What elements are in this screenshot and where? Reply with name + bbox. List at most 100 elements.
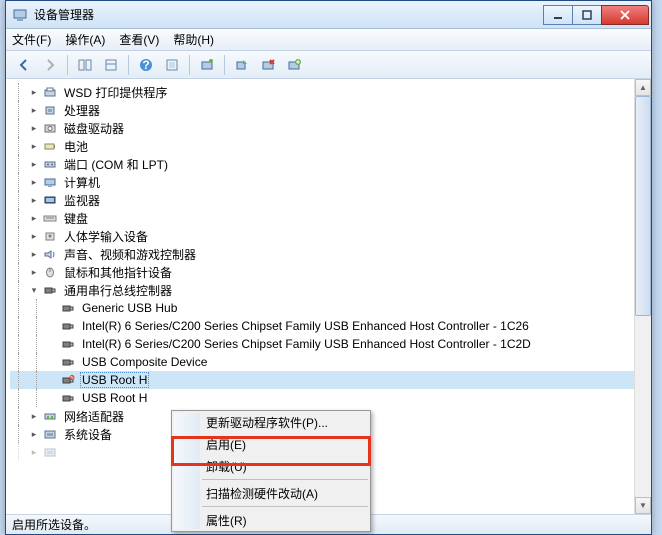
expand-icon[interactable] — [46, 356, 58, 368]
usb-disabled-icon — [60, 372, 76, 388]
expand-icon[interactable]: ▸ — [28, 104, 40, 116]
usb-icon — [60, 300, 76, 316]
expand-icon[interactable]: ▸ — [28, 266, 40, 278]
menu-separator — [202, 506, 368, 507]
device-category[interactable]: ▸电池 — [10, 137, 651, 155]
window-title: 设备管理器 — [34, 6, 544, 23]
close-button[interactable] — [601, 5, 649, 25]
menubar: 文件(F) 操作(A) 查看(V) 帮助(H) — [6, 29, 651, 51]
menu-file[interactable]: 文件(F) — [12, 31, 51, 48]
back-button[interactable] — [12, 54, 36, 76]
expand-icon[interactable]: ▸ — [28, 248, 40, 260]
device-item[interactable]: USB Root H — [10, 389, 651, 407]
menu-update-driver[interactable]: 更新驱动程序软件(P)... — [172, 411, 370, 433]
menu-separator — [202, 479, 368, 480]
monitor-icon — [42, 192, 58, 208]
network-icon — [42, 408, 58, 424]
device-category[interactable]: ▸鼠标和其他指针设备 — [10, 263, 651, 281]
titlebar[interactable]: 设备管理器 — [6, 1, 651, 29]
context-menu: 更新驱动程序软件(P)... 启用(E) 卸载(U) 扫描检测硬件改动(A) 属… — [171, 410, 371, 532]
scroll-down-button[interactable]: ▼ — [635, 497, 651, 514]
expand-icon[interactable]: ▸ — [28, 140, 40, 152]
device-category[interactable]: ▸ 声音、视频和游戏控制器 — [10, 245, 651, 263]
expand-icon[interactable]: ▸ — [28, 176, 40, 188]
menu-uninstall[interactable]: 卸载(U) — [172, 455, 370, 477]
device-label: Generic USB Hub — [80, 301, 179, 315]
usb-icon — [60, 390, 76, 406]
show-hide-console-button[interactable] — [73, 54, 97, 76]
device-category[interactable]: ▸ 计算机 — [10, 173, 651, 191]
device-item[interactable]: USB Root H — [10, 371, 651, 389]
expand-icon[interactable]: ▸ — [28, 86, 40, 98]
help-button[interactable]: ? — [134, 54, 158, 76]
toolbar-view-button[interactable] — [99, 54, 123, 76]
expand-icon[interactable]: ▸ — [28, 158, 40, 170]
expand-icon[interactable] — [46, 302, 58, 314]
device-category[interactable]: ▸处理器 — [10, 101, 651, 119]
device-label: USB Root H — [80, 372, 149, 388]
menu-scan-hardware[interactable]: 扫描检测硬件改动(A) — [172, 482, 370, 504]
device-category[interactable]: ▸键盘 — [10, 209, 651, 227]
device-label: 磁盘驱动器 — [62, 120, 126, 137]
toolbar-separator — [189, 55, 190, 75]
scroll-up-button[interactable]: ▲ — [635, 79, 651, 96]
minimize-button[interactable] — [543, 5, 573, 25]
uninstall-button[interactable] — [256, 54, 280, 76]
device-label: 端口 (COM 和 LPT) — [62, 156, 170, 173]
update-driver-button[interactable] — [282, 54, 306, 76]
device-category[interactable]: ▸ 监视器 — [10, 191, 651, 209]
keyboard-icon — [42, 210, 58, 226]
device-label: 监视器 — [62, 192, 102, 209]
device-label: USB Root H — [80, 391, 149, 405]
expand-icon[interactable]: ▸ — [28, 230, 40, 242]
expand-icon[interactable] — [46, 374, 58, 386]
menu-help[interactable]: 帮助(H) — [173, 31, 214, 48]
device-category[interactable]: ▸ 端口 (COM 和 LPT) — [10, 155, 651, 173]
device-category[interactable]: ▸人体学输入设备 — [10, 227, 651, 245]
device-label: 计算机 — [62, 174, 102, 191]
device-category[interactable]: ▸ 磁盘驱动器 — [10, 119, 651, 137]
expand-icon[interactable] — [46, 392, 58, 404]
expand-icon[interactable]: ▸ — [28, 212, 40, 224]
usb-icon — [42, 282, 58, 298]
port-icon — [42, 156, 58, 172]
expand-icon[interactable]: ▸ — [28, 122, 40, 134]
toolbar-separator — [128, 55, 129, 75]
device-item[interactable]: Generic USB Hub — [10, 299, 651, 317]
maximize-button[interactable] — [572, 5, 602, 25]
toolbar-action-button[interactable] — [160, 54, 184, 76]
expand-icon[interactable]: ▸ — [28, 410, 40, 422]
device-item[interactable]: Intel(R) 6 Series/C200 Series Chipset Fa… — [10, 317, 651, 335]
expand-icon[interactable]: ▸ — [28, 428, 40, 440]
menu-action[interactable]: 操作(A) — [65, 31, 105, 48]
status-text: 启用所选设备。 — [12, 516, 96, 533]
expand-icon[interactable] — [46, 338, 58, 350]
usb-icon — [60, 354, 76, 370]
expand-icon[interactable]: ▸ — [28, 194, 40, 206]
collapse-icon[interactable]: ▾ — [28, 284, 40, 296]
menu-enable[interactable]: 启用(E) — [172, 433, 370, 455]
device-label: USB Composite Device — [80, 355, 209, 369]
sound-icon — [42, 246, 58, 262]
toolbar: ? — [6, 51, 651, 79]
device-label: 网络适配器 — [62, 408, 126, 425]
system-icon — [42, 426, 58, 442]
mouse-icon — [42, 264, 58, 280]
vertical-scrollbar[interactable]: ▲ ▼ — [634, 79, 651, 514]
hid-icon — [42, 228, 58, 244]
menu-view[interactable]: 查看(V) — [119, 31, 159, 48]
enable-button[interactable] — [230, 54, 254, 76]
app-icon — [12, 7, 28, 23]
expand-icon[interactable] — [46, 320, 58, 332]
menu-properties[interactable]: 属性(R) — [172, 509, 370, 531]
scan-hardware-button[interactable] — [195, 54, 219, 76]
device-item[interactable]: Intel(R) 6 Series/C200 Series Chipset Fa… — [10, 335, 651, 353]
forward-button[interactable] — [38, 54, 62, 76]
device-item[interactable]: USB Composite Device — [10, 353, 651, 371]
scroll-thumb[interactable] — [635, 96, 651, 316]
usb-icon — [60, 318, 76, 334]
svg-text:?: ? — [142, 58, 149, 72]
device-label: 声音、视频和游戏控制器 — [62, 246, 198, 263]
device-category[interactable]: ▾通用串行总线控制器 — [10, 281, 651, 299]
device-category[interactable]: ▸WSD 打印提供程序 — [10, 83, 651, 101]
